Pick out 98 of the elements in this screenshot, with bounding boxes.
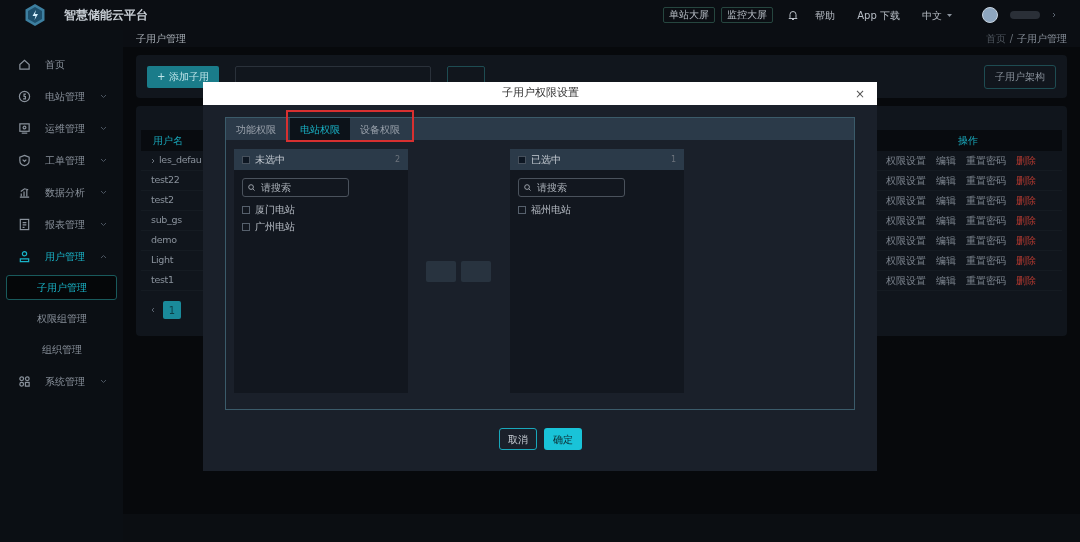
add-user-button[interactable]: + 添加子用 bbox=[147, 65, 219, 88]
action-link[interactable]: 编辑 bbox=[936, 233, 956, 248]
sidebar-item[interactable]: 用户管理 bbox=[0, 240, 123, 272]
user-icon bbox=[18, 249, 31, 263]
action-link[interactable]: 编辑 bbox=[936, 253, 956, 268]
screen-button[interactable]: 单站大屏 bbox=[663, 7, 716, 23]
document-icon bbox=[18, 217, 31, 231]
bell-icon[interactable] bbox=[787, 9, 800, 21]
page-button[interactable]: 1 bbox=[163, 301, 181, 319]
bar-chart-icon bbox=[18, 185, 31, 199]
action-link[interactable]: 编辑 bbox=[936, 213, 956, 228]
tab[interactable]: 设备权限 bbox=[350, 118, 410, 140]
sidebar-item[interactable]: 工单管理 bbox=[0, 144, 123, 176]
logo-icon bbox=[24, 3, 46, 27]
app-title: 智慧储能云平台 bbox=[64, 7, 148, 24]
checkbox[interactable] bbox=[242, 155, 250, 164]
dollar-circle-icon bbox=[18, 89, 31, 103]
confirm-button[interactable]: 确定 bbox=[543, 428, 582, 450]
cancel-button[interactable]: 取消 bbox=[498, 428, 537, 450]
prev-page-icon[interactable] bbox=[151, 307, 155, 313]
action-link[interactable]: 重置密码 bbox=[966, 193, 1006, 208]
apps-icon bbox=[18, 374, 31, 388]
screen-button[interactable]: 监控大屏 bbox=[721, 7, 774, 23]
table-cell: test1 bbox=[151, 273, 174, 288]
help-link[interactable]: 帮助 bbox=[815, 7, 836, 23]
language-select[interactable]: 中文 bbox=[922, 7, 952, 23]
structure-button[interactable]: 子用户架构 bbox=[984, 64, 1056, 89]
caret-down-icon bbox=[947, 13, 952, 17]
search-field[interactable]: 请搜索 bbox=[242, 178, 349, 197]
action-link[interactable]: 删除 bbox=[1016, 213, 1036, 228]
column-header: 操作 bbox=[958, 134, 978, 148]
action-link[interactable]: 权限设置 bbox=[886, 173, 926, 188]
station-label: 福州电站 bbox=[531, 203, 571, 217]
action-link[interactable]: 重置密码 bbox=[966, 173, 1006, 188]
expand-icon[interactable] bbox=[151, 157, 155, 164]
action-link[interactable]: 删除 bbox=[1016, 153, 1036, 168]
breadcrumb-separator: / bbox=[1009, 32, 1013, 46]
table-cell: Light bbox=[151, 253, 174, 268]
action-link[interactable]: 删除 bbox=[1016, 193, 1036, 208]
action-link[interactable]: 编辑 bbox=[936, 273, 956, 288]
search-field[interactable]: 请搜索 bbox=[518, 178, 625, 197]
sidebar-subitem[interactable]: 组织管理 bbox=[6, 337, 117, 362]
table-cell: test22 bbox=[151, 173, 180, 188]
action-link[interactable]: 删除 bbox=[1016, 233, 1036, 248]
action-link[interactable]: 权限设置 bbox=[886, 253, 926, 268]
sidebar-subitem[interactable]: 权限组管理 bbox=[6, 306, 117, 331]
checkbox[interactable] bbox=[518, 205, 526, 214]
tab[interactable]: 功能权限 bbox=[226, 118, 286, 140]
sidebar-item[interactable]: 电站管理 bbox=[0, 80, 123, 112]
action-link[interactable]: 删除 bbox=[1016, 253, 1036, 268]
list-count: 2 bbox=[394, 153, 400, 166]
home-icon bbox=[18, 57, 31, 71]
sidebar-item[interactable]: 首页 bbox=[0, 48, 123, 80]
action-link[interactable]: 重置密码 bbox=[966, 273, 1006, 288]
list-count: 1 bbox=[670, 153, 676, 166]
list-title: 已选中 bbox=[531, 153, 561, 167]
caret-icon[interactable] bbox=[1052, 12, 1056, 18]
app-download-link[interactable]: App 下载 bbox=[857, 7, 900, 23]
list-title: 未选中 bbox=[255, 153, 285, 167]
action-link[interactable]: 重置密码 bbox=[966, 233, 1006, 248]
sidebar-item[interactable]: 运维管理 bbox=[0, 112, 123, 144]
sidebar-item[interactable]: 报表管理 bbox=[0, 208, 123, 240]
action-link[interactable]: 删除 bbox=[1016, 173, 1036, 188]
action-link[interactable]: 编辑 bbox=[936, 193, 956, 208]
action-link[interactable]: 删除 bbox=[1016, 273, 1036, 288]
action-link[interactable]: 编辑 bbox=[936, 153, 956, 168]
action-link[interactable]: 重置密码 bbox=[966, 153, 1006, 168]
sidebar-subitem[interactable]: 子用户管理 bbox=[6, 275, 117, 300]
action-link[interactable]: 权限设置 bbox=[886, 273, 926, 288]
table-cell: demo bbox=[151, 233, 177, 248]
action-link[interactable]: 重置密码 bbox=[966, 213, 1006, 228]
table-cell: test2 bbox=[151, 193, 174, 208]
checkbox[interactable] bbox=[242, 222, 250, 231]
search-icon bbox=[524, 184, 531, 191]
station-label: 广州电站 bbox=[255, 220, 295, 234]
avatar[interactable] bbox=[982, 7, 998, 23]
monitor-icon bbox=[18, 121, 31, 135]
checkbox[interactable] bbox=[242, 205, 250, 214]
checkbox[interactable] bbox=[518, 155, 526, 164]
search-icon bbox=[248, 184, 255, 191]
action-link[interactable]: 权限设置 bbox=[886, 153, 926, 168]
action-link[interactable]: 权限设置 bbox=[886, 193, 926, 208]
action-link[interactable]: 编辑 bbox=[936, 173, 956, 188]
table-cell: les_defau bbox=[159, 153, 202, 168]
action-link[interactable]: 重置密码 bbox=[966, 253, 1006, 268]
column-header: 用户名 bbox=[153, 134, 183, 148]
shield-icon bbox=[18, 153, 31, 167]
page-title: 子用户管理 bbox=[136, 32, 186, 46]
sidebar-item[interactable]: 系统管理 bbox=[0, 365, 123, 397]
table-cell: sub_gs bbox=[151, 213, 182, 228]
breadcrumb-current: 子用户管理 bbox=[1017, 32, 1067, 46]
tab[interactable]: 电站权限 bbox=[290, 118, 350, 140]
action-link[interactable]: 权限设置 bbox=[886, 213, 926, 228]
action-link[interactable]: 权限设置 bbox=[886, 233, 926, 248]
dialog-title: 子用户权限设置 bbox=[501, 85, 579, 102]
station-label: 厦门电站 bbox=[255, 203, 295, 217]
close-button[interactable]: × bbox=[854, 87, 865, 100]
sidebar-item[interactable]: 数据分析 bbox=[0, 176, 123, 208]
